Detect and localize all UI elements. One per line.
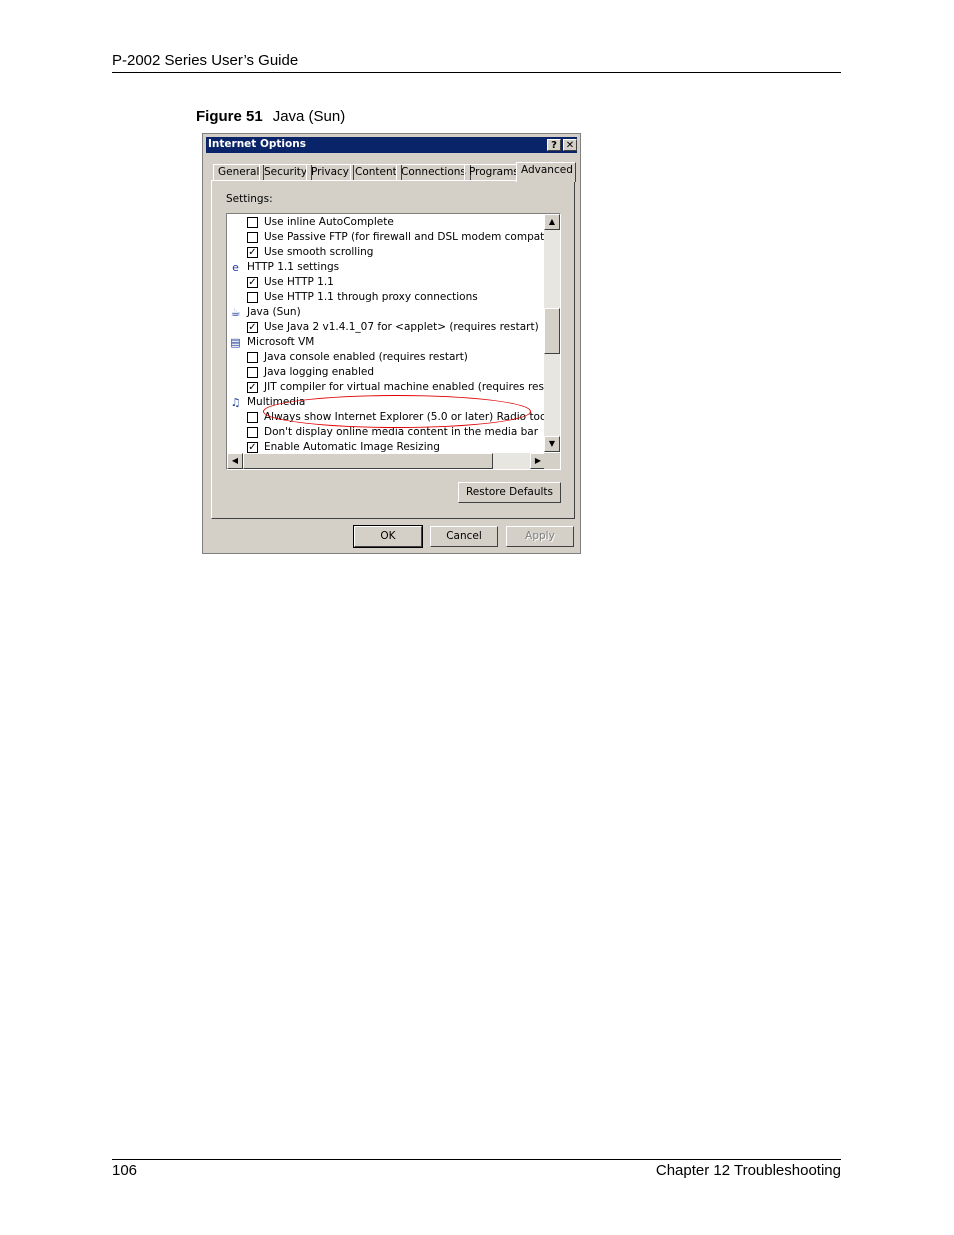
scroll-left-icon[interactable]: ◀ <box>227 453 243 469</box>
tab-connections[interactable]: Connections <box>396 164 471 180</box>
horizontal-scroll-thumb[interactable] <box>243 453 493 469</box>
checkbox-checked-icon[interactable]: ✓ <box>247 247 258 258</box>
chapter-title: Chapter 12 Troubleshooting <box>655 1162 841 1179</box>
cancel-label: Cancel <box>446 530 482 542</box>
java-icon: ☕ <box>230 306 241 319</box>
setting-label: Use inline AutoComplete <box>264 216 394 228</box>
title-bar: Internet Options ? ✕ <box>206 137 577 153</box>
setting-label: Use Passive FTP (for firewall and DSL mo… <box>264 231 561 243</box>
figure-title: Java (Sun) <box>272 108 346 125</box>
vertical-scrollbar[interactable]: ▲ ▼ <box>544 214 560 452</box>
apply-button[interactable]: Apply <box>506 526 574 547</box>
group-label: HTTP 1.1 settings <box>247 261 340 273</box>
tab-advanced[interactable]: Advanced <box>516 162 576 182</box>
scroll-down-icon[interactable]: ▼ <box>544 436 560 452</box>
close-button[interactable]: ✕ <box>563 139 577 151</box>
checkbox-unchecked-icon[interactable] <box>247 367 258 378</box>
document-icon: ▤ <box>230 336 241 349</box>
checkbox-unchecked-icon[interactable] <box>247 427 258 438</box>
apply-label: Apply <box>525 530 555 542</box>
setting-label: JIT compiler for virtual machine enabled… <box>264 381 561 393</box>
group-label: Java (Sun) <box>247 306 301 318</box>
highlight-ellipse <box>263 395 531 428</box>
tab-programs[interactable]: Programs <box>464 164 524 180</box>
checkbox-checked-icon[interactable]: ✓ <box>247 442 258 453</box>
setting-label: Java console enabled (requires restart) <box>264 351 468 363</box>
restore-defaults-button[interactable]: Restore Defaults <box>458 482 561 503</box>
page-number: 106 <box>112 1162 138 1179</box>
setting-label: Use smooth scrolling <box>264 246 374 258</box>
checkbox-checked-icon[interactable]: ✓ <box>247 277 258 288</box>
checkbox-checked-icon[interactable]: ✓ <box>247 382 258 393</box>
header-rule <box>112 72 841 73</box>
figure-caption: Figure 51 Java (Sun) <box>196 108 345 125</box>
dialog-title: Internet Options <box>208 138 306 150</box>
figure-label: Figure 51 <box>196 108 263 125</box>
settings-label: Settings: <box>226 193 273 205</box>
checkbox-unchecked-icon[interactable] <box>247 232 258 243</box>
checkbox-unchecked-icon[interactable] <box>247 217 258 228</box>
setting-label: Java logging enabled <box>264 366 375 378</box>
ie-icon: e <box>232 261 239 274</box>
tab-general[interactable]: General <box>213 164 265 180</box>
footer-rule <box>112 1159 841 1160</box>
scroll-up-icon[interactable]: ▲ <box>544 214 560 230</box>
setting-label: Use Java 2 v1.4.1_07 for <applet> (requi… <box>264 321 539 333</box>
checkbox-unchecked-icon[interactable] <box>247 292 258 303</box>
vertical-scroll-thumb[interactable] <box>544 308 560 354</box>
setting-label: Use HTTP 1.1 through proxy connections <box>264 291 478 303</box>
checkbox-unchecked-icon[interactable] <box>247 352 258 363</box>
internet-options-dialog: Internet Options ? ✕ General Security Pr… <box>202 133 581 554</box>
checkbox-checked-icon[interactable]: ✓ <box>247 322 258 333</box>
scroll-corner <box>544 453 560 469</box>
ok-button[interactable]: OK <box>353 525 423 548</box>
tab-privacy[interactable]: Privacy <box>306 164 355 180</box>
restore-defaults-label: Restore Defaults <box>465 486 553 498</box>
setting-label: Use HTTP 1.1 <box>264 276 334 288</box>
tab-security[interactable]: Security <box>259 164 313 180</box>
tab-content[interactable]: Content <box>350 164 402 180</box>
checkbox-unchecked-icon[interactable] <box>247 412 258 423</box>
horizontal-scrollbar[interactable]: ◀ ▶ <box>227 453 546 469</box>
help-button[interactable]: ? <box>547 139 561 151</box>
advanced-panel: Settings: Use inline AutoComplete Use Pas… <box>211 180 575 519</box>
running-header: P-2002 Series User’s Guide <box>112 52 299 69</box>
multimedia-icon: ♫ <box>230 396 241 409</box>
cancel-button[interactable]: Cancel <box>430 526 498 547</box>
group-label: Microsoft VM <box>247 336 315 348</box>
ok-label: OK <box>380 530 396 542</box>
settings-list: Use inline AutoComplete Use Passive FTP (… <box>226 213 561 470</box>
